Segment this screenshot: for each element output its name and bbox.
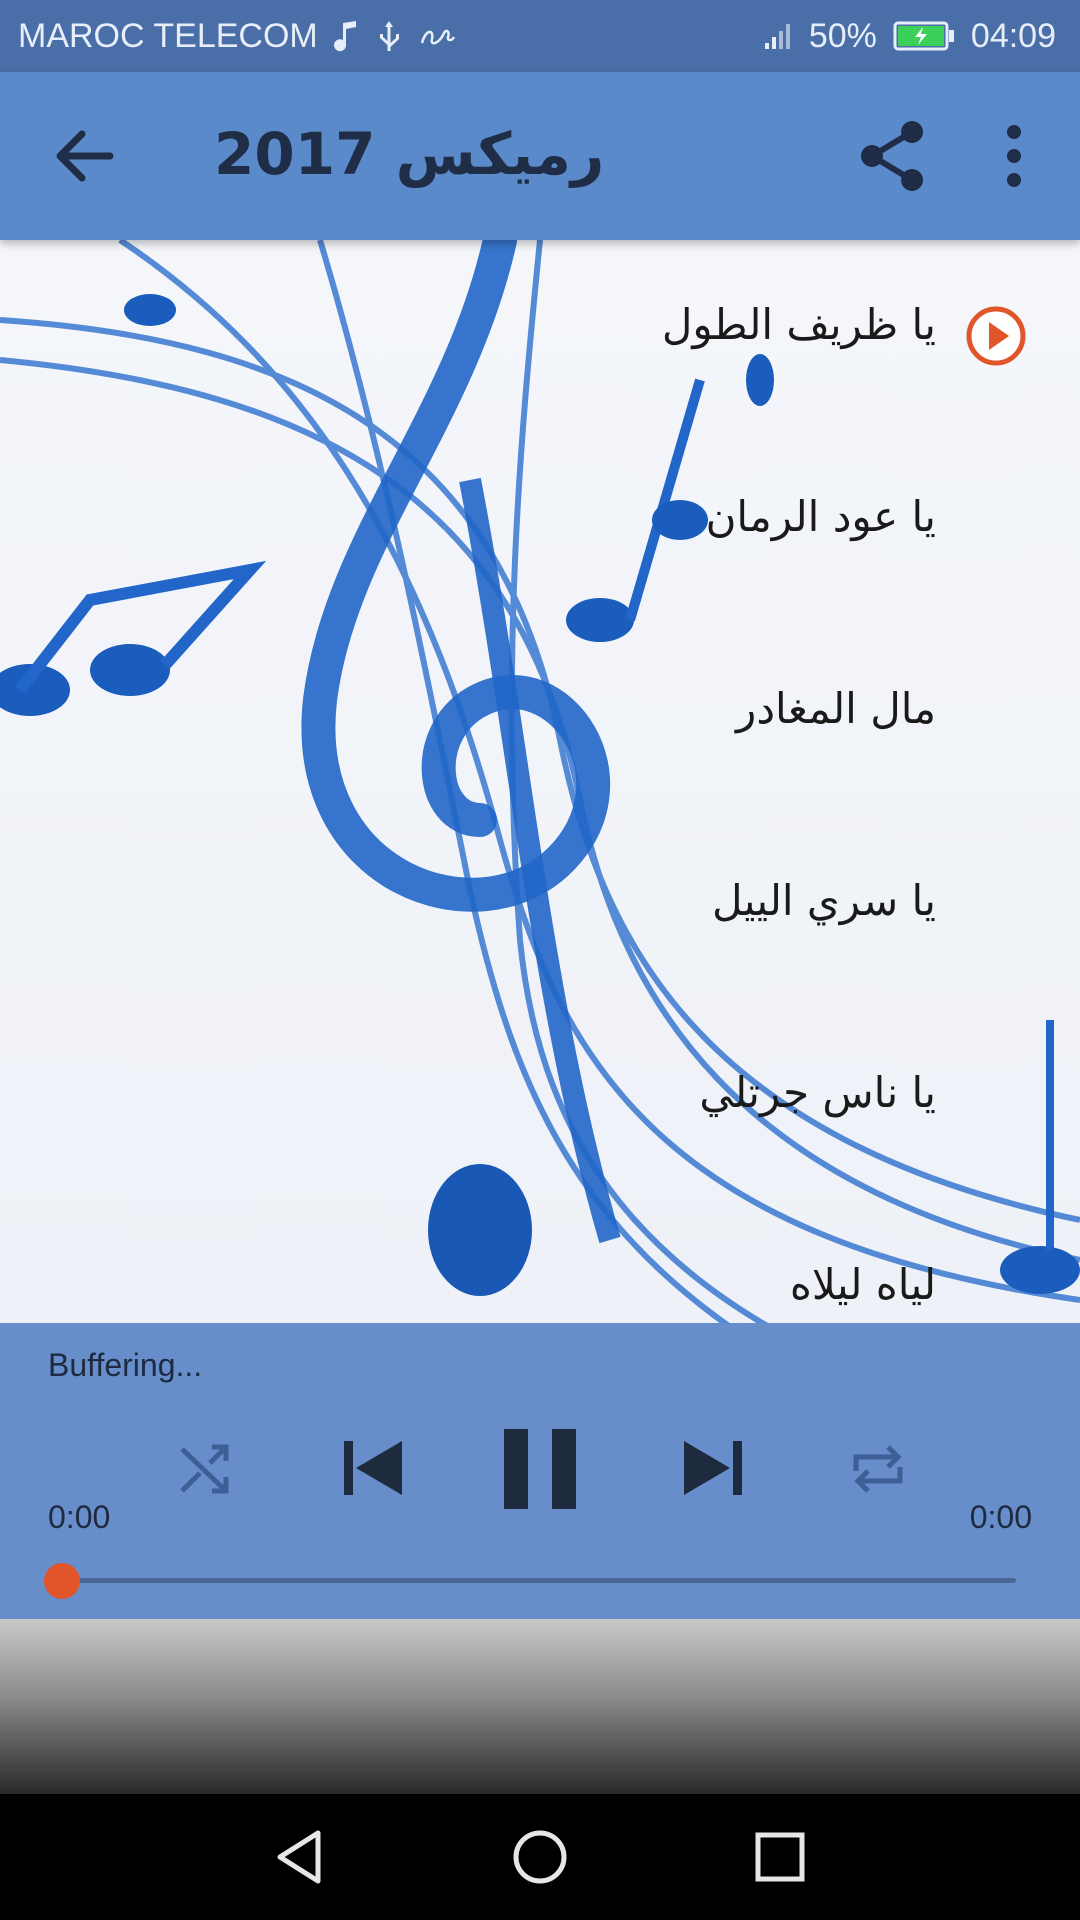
list-item[interactable]: يا ظريف الطول [0,270,1080,390]
pause-icon[interactable] [500,1427,580,1511]
skip-previous-icon[interactable] [340,1433,410,1503]
music-notes-background [0,240,1080,1323]
song-title: يا سري الييل [711,876,936,925]
elapsed-time: 0:00 [48,1499,111,1535]
back-triangle-icon[interactable] [270,1827,330,1887]
status-bar: MAROC TELECOM 50% 04:09 [0,0,1080,72]
repeat-icon[interactable] [846,1437,910,1501]
song-title: مال المغادر [736,684,936,733]
play-circle-icon[interactable] [964,304,1028,368]
song-title: يا ظريف الطول [661,300,936,349]
song-list-area[interactable]: يا ظريف الطول يا عود الرمان مال المغادر … [0,240,1080,1323]
background-fade [0,1619,1080,1794]
skip-next-icon[interactable] [676,1433,746,1503]
arrow-left-icon[interactable] [48,116,128,196]
seek-thumb[interactable] [44,1563,80,1599]
share-icon[interactable] [852,116,932,196]
song-title: يا عود الرمان [705,492,936,541]
carrier-label: MAROC TELECOM [18,16,318,55]
page-title: رميكس 2017 [214,120,605,188]
list-item[interactable]: لياه ليلاه [0,1230,1080,1323]
list-item[interactable]: يا سري الييل [0,846,1080,966]
list-item[interactable]: يا عود الرمان [0,462,1080,582]
navigation-bar [0,1794,1080,1920]
home-circle-icon[interactable] [510,1827,570,1887]
recents-square-icon[interactable] [750,1827,810,1887]
player-panel: Buffering... 0:00 0:00 [0,1323,1080,1619]
list-item[interactable]: مال المغادر [0,654,1080,774]
music-note-icon [333,21,356,52]
battery-charging-icon [893,21,954,51]
song-title: يا ناس جرتلي [699,1068,936,1117]
shuffle-icon[interactable] [176,1439,236,1499]
clock: 04:09 [970,16,1056,55]
list-item[interactable]: يا ناس جرتلي [0,1038,1080,1158]
player-status: Buffering... [48,1347,203,1383]
signature-icon [420,29,455,45]
seek-bar[interactable] [62,1578,1016,1583]
usb-icon [379,21,399,51]
status-left: MAROC TELECOM [18,17,456,56]
signal-icon [764,24,790,49]
total-time: 0:00 [969,1499,1032,1535]
song-title: لياه ليلاه [789,1260,936,1309]
app-bar: رميكس 2017 [0,72,1080,240]
more-vert-icon[interactable] [984,116,1044,196]
battery-percent: 50% [808,16,877,55]
status-right: 50% 04:09 [763,17,1056,56]
